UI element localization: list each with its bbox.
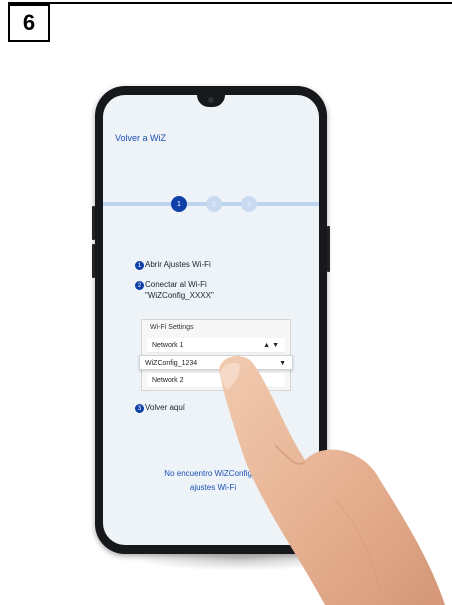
wifi-icon: ▼ (272, 342, 279, 349)
power-button (327, 226, 330, 272)
step-number: 6 (22, 10, 36, 35)
instruction-connect-wifi: Conectar al Wi-Fi (145, 280, 207, 289)
pointing-finger-hand (219, 355, 445, 605)
volume-button (92, 244, 95, 278)
camera-icon (208, 97, 214, 103)
step-number-badge: 6 (8, 4, 50, 42)
instruction-number-1: 1 (135, 261, 144, 270)
volume-button (92, 206, 95, 240)
instruction-number-2: 2 (135, 281, 144, 290)
instruction-number-3: 3 (135, 404, 144, 413)
back-to-wiz-link[interactable]: Volver a WiZ (115, 133, 166, 143)
progress-step-2: 2 (206, 196, 222, 212)
progress-step-3: 3 (241, 196, 257, 212)
progress-step-1: 1 (171, 196, 187, 212)
instruction-return-here: Volver aquí (145, 403, 186, 412)
header-rule (8, 2, 452, 4)
camera-notch (197, 95, 225, 107)
wifi-settings-title: Wi-Fi Settings (150, 324, 194, 331)
instruction-open-wifi-settings: Abrir Ajustes Wi-Fi (145, 260, 211, 269)
network-name: Network 2 (152, 377, 184, 384)
lock-icon: ▲ (263, 342, 271, 349)
network-name: WiZConfig_1234 (145, 360, 198, 367)
network-name: Network 1 (152, 342, 184, 349)
instruction-network-name: "WiZConfig_XXXX" (145, 291, 214, 300)
